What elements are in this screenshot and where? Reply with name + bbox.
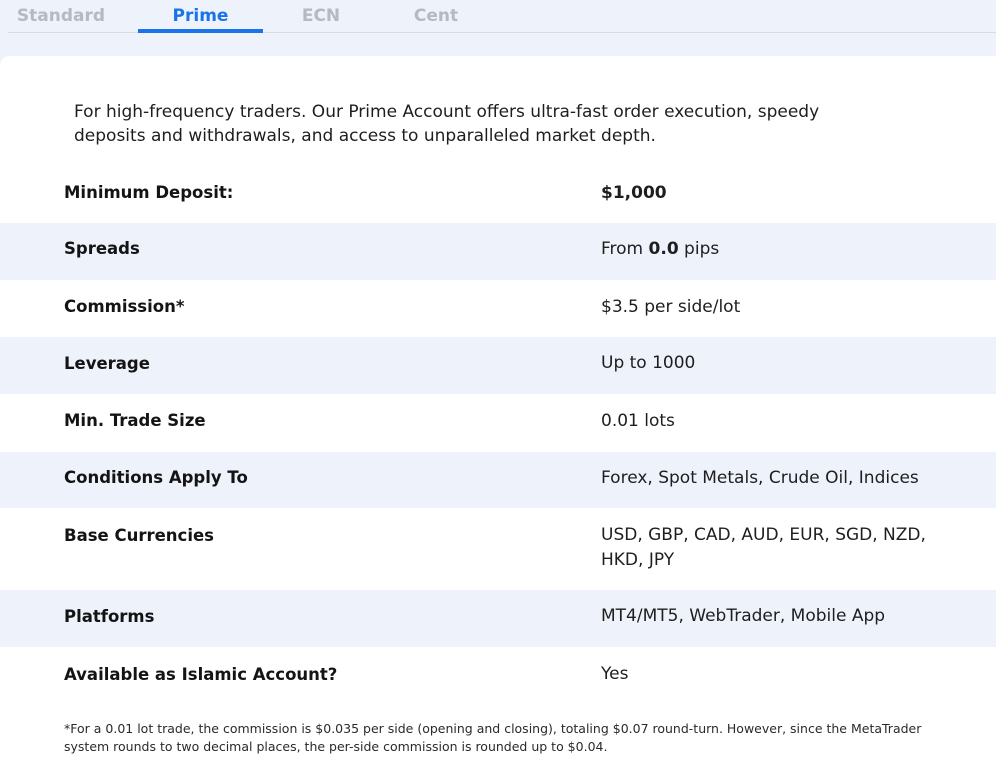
- row-label: Min. Trade Size: [64, 411, 206, 430]
- account-description: For high-frequency traders. Our Prime Ac…: [74, 102, 820, 146]
- table-row-conditions-apply-to: Conditions Apply To Forex, Spot Metals, …: [0, 452, 996, 508]
- row-value: Yes: [601, 664, 629, 684]
- tab-ecn[interactable]: ECN: [284, 0, 358, 32]
- row-value: $3.5 per side/lot: [601, 297, 741, 317]
- row-value: From 0.0 pips: [601, 237, 941, 262]
- tab-standard[interactable]: Standard: [8, 0, 114, 32]
- tab-prime[interactable]: Prime: [138, 0, 263, 33]
- row-value: 0.01 lots: [601, 411, 675, 431]
- row-value: Forex, Spot Metals, Crude Oil, Indices: [601, 468, 919, 488]
- row-label: Spreads: [64, 239, 140, 258]
- row-value: USD, GBP, CAD, AUD, EUR, SGD, NZD, HKD, …: [601, 525, 926, 570]
- account-type-tabs: Standard Prime ECN Cent: [8, 0, 996, 33]
- table-row-spreads: Spreads From 0.0 pips: [0, 223, 996, 280]
- spreads-number: 0.0: [648, 239, 679, 259]
- table-row-platforms: Platforms MT4/MT5, WebTrader, Mobile App: [0, 590, 996, 647]
- row-label: Base Currencies: [64, 526, 214, 545]
- row-label: Platforms: [64, 607, 155, 626]
- row-label: Leverage: [64, 354, 150, 373]
- tab-cent[interactable]: Cent: [400, 0, 472, 32]
- table-row-base-currencies: Base Currencies USD, GBP, CAD, AUD, EUR,…: [0, 508, 996, 590]
- row-value: Up to 1000: [601, 353, 696, 373]
- spreads-suffix: pips: [678, 239, 720, 259]
- table-row-minimum-deposit: Minimum Deposit: $1,000: [0, 168, 996, 223]
- table-row-islamic-account: Available as Islamic Account? Yes: [0, 647, 996, 705]
- row-value: MT4/MT5, WebTrader, Mobile App: [601, 606, 886, 626]
- row-label: Commission*: [64, 297, 185, 316]
- commission-footnote: *For a 0.01 lot trade, the commission is…: [64, 721, 922, 754]
- table-row-leverage: Leverage Up to 1000: [0, 337, 996, 394]
- row-label: Available as Islamic Account?: [64, 665, 338, 684]
- spreads-prefix: From: [601, 239, 649, 259]
- row-label: Minimum Deposit:: [64, 183, 234, 202]
- row-value: $1,000: [601, 183, 667, 203]
- row-label: Conditions Apply To: [64, 468, 248, 487]
- account-details-card: For high-frequency traders. Our Prime Ac…: [0, 56, 996, 763]
- table-row-min-trade-size: Min. Trade Size 0.01 lots: [0, 394, 996, 452]
- table-row-commission: Commission* $3.5 per side/lot: [0, 280, 996, 337]
